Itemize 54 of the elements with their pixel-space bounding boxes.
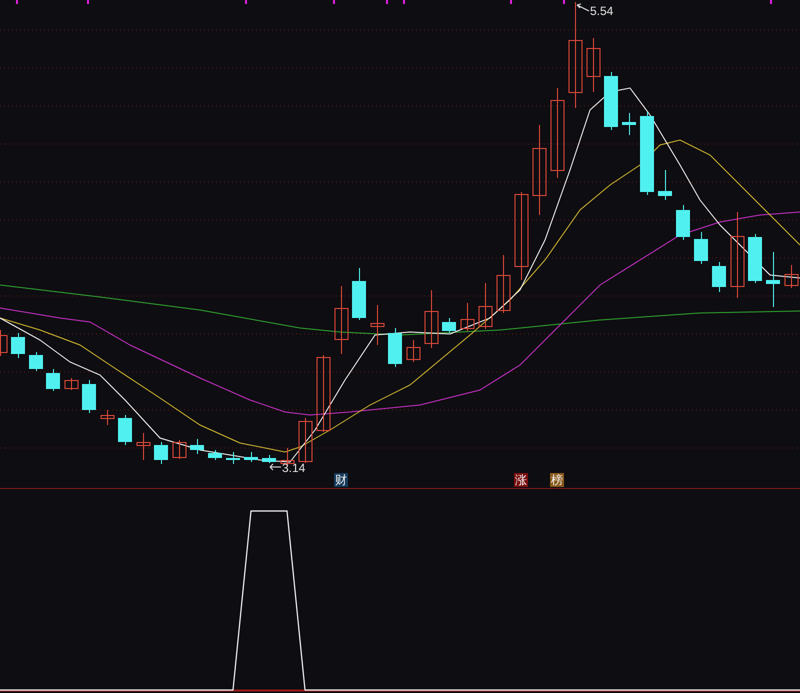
candlestick <box>748 234 762 284</box>
price-label: 5.54 <box>590 4 614 18</box>
candlestick <box>262 454 276 464</box>
candlestick <box>172 440 186 460</box>
candlestick <box>208 450 222 460</box>
candlestick <box>676 204 690 240</box>
candlestick <box>424 290 438 348</box>
candlestick <box>46 368 60 392</box>
tick-mark <box>245 0 247 4</box>
candlestick <box>334 286 348 354</box>
candlestick <box>460 302 474 332</box>
tick-mark <box>333 0 335 4</box>
candlestick <box>622 112 636 136</box>
candlestick <box>604 72 618 130</box>
candlestick <box>496 254 510 314</box>
tick-mark <box>403 0 405 4</box>
price-label: 3.14 <box>282 461 306 475</box>
candlestick <box>766 252 780 308</box>
tick-mark <box>510 0 512 4</box>
candlestick <box>0 330 8 356</box>
candlestick <box>226 452 240 464</box>
candlestick <box>136 432 150 460</box>
candlestick <box>118 414 132 446</box>
tick-mark <box>563 0 565 4</box>
candlestick <box>784 264 798 288</box>
candlestick <box>244 452 258 462</box>
candlestick <box>352 268 366 320</box>
candlestick <box>280 448 294 466</box>
candlestick <box>154 442 168 464</box>
candlestick <box>190 438 204 454</box>
candlestick <box>712 262 726 292</box>
candlestick <box>406 340 420 362</box>
marker-tag: 榜 <box>550 473 564 487</box>
candlestick <box>298 418 312 464</box>
candlestick <box>442 318 456 334</box>
arrow-icon <box>270 464 282 470</box>
candlestick <box>586 38 600 92</box>
candlestick <box>694 232 708 264</box>
candlestick <box>478 282 492 330</box>
marker-tag: 涨 <box>514 473 528 487</box>
tick-mark <box>16 0 18 4</box>
candlestick <box>388 328 402 368</box>
tick-mark <box>386 0 388 4</box>
arrow-icon <box>576 4 590 12</box>
candlestick <box>370 304 384 346</box>
tick-mark <box>770 0 772 4</box>
candlestick <box>64 378 78 390</box>
tick-mark <box>87 0 89 4</box>
candlestick <box>658 170 672 200</box>
candlestick <box>100 410 114 426</box>
candlestick <box>82 380 96 414</box>
marker-tag: 财 <box>334 473 348 487</box>
candlestick <box>11 332 25 358</box>
candlestick <box>29 352 43 372</box>
